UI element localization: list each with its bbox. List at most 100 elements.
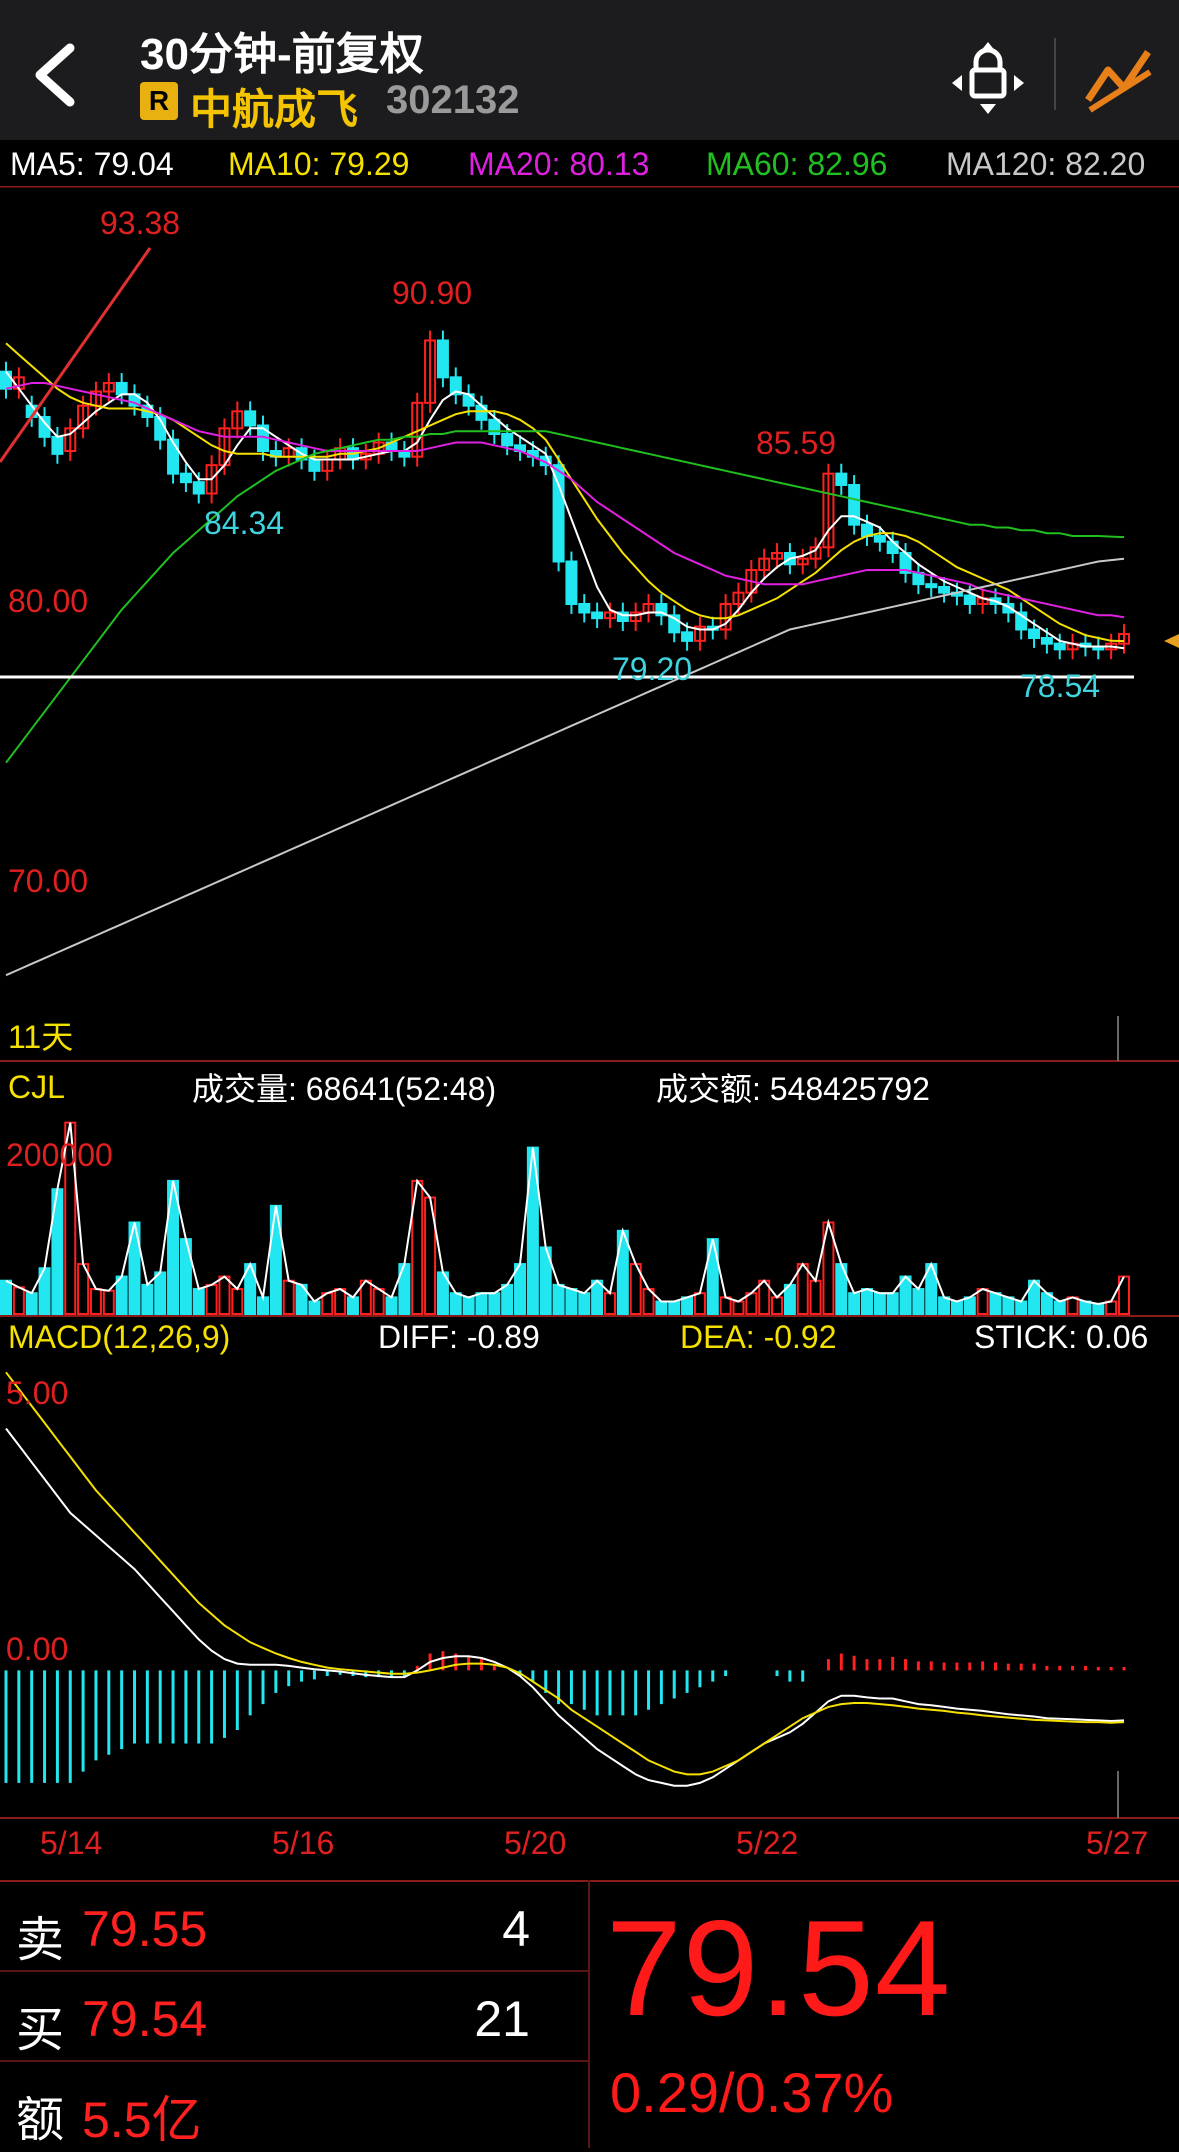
x-label-0514: 5/14 — [40, 1825, 102, 1861]
volume-bar — [591, 1279, 604, 1315]
amount-value: 5.5亿 — [82, 2092, 202, 2148]
volume-bar — [950, 1300, 963, 1316]
candle-body — [565, 560, 578, 605]
ma5-label: MA5: 79.04 — [10, 146, 174, 182]
candle-body — [886, 540, 899, 554]
candle-body — [244, 410, 257, 427]
volume-bar — [1053, 1300, 1066, 1316]
candle-body — [591, 611, 604, 620]
candle-body — [1028, 628, 1041, 639]
sell-row[interactable]: 卖 79.55 4 — [0, 1882, 588, 1972]
annotation-high-2: 90.90 — [392, 275, 472, 311]
volume-bar — [976, 1288, 989, 1316]
volume-bar — [963, 1296, 976, 1315]
macd-stick: STICK: 0.06 — [974, 1319, 1148, 1355]
volume-bar — [346, 1296, 359, 1315]
candle-body — [308, 458, 321, 472]
ma20-label: MA20: 80.13 — [468, 146, 650, 182]
volume-bar — [668, 1300, 681, 1316]
top-bar: 30分钟-前复权 R 中航成飞 302132 — [0, 0, 1179, 140]
volume-bar — [372, 1288, 385, 1316]
candle-body — [835, 472, 848, 486]
candle-body — [179, 472, 192, 484]
volume-bar — [873, 1292, 886, 1315]
macd-y-label-0: 0.00 — [6, 1631, 68, 1667]
kline-chart[interactable]: 80.00 70.00 93.38 90.90 84.34 85.59 79.2… — [0, 186, 1179, 1880]
volume-bar — [449, 1292, 462, 1315]
volume-bar — [231, 1288, 244, 1316]
ma-line-ma120 — [5, 557, 1125, 977]
current-price-marker — [1164, 634, 1179, 648]
buy-volume: 21 — [474, 1991, 530, 2047]
back-arrow-icon[interactable] — [28, 40, 88, 110]
volume-bar — [848, 1292, 861, 1315]
candle-body — [963, 594, 976, 605]
volume-bar — [860, 1288, 873, 1316]
annotation-low-2: 79.20 — [612, 651, 692, 687]
sell-label: 卖 — [16, 1914, 65, 1967]
sell-volume: 4 — [502, 1901, 530, 1957]
candle-body — [1053, 642, 1066, 651]
volume-bar — [1105, 1300, 1118, 1316]
amount-label: 额 — [16, 2094, 65, 2147]
volume-bar — [501, 1283, 514, 1316]
volume-bar — [938, 1296, 951, 1315]
ma120-label: MA120: 82.20 — [946, 146, 1146, 182]
volume-bar — [1092, 1303, 1105, 1315]
volume-bar — [308, 1300, 321, 1316]
candle-body — [681, 631, 694, 642]
ma60-label: MA60: 82.96 — [706, 146, 888, 182]
macd-diff: DIFF: -0.89 — [378, 1319, 540, 1355]
macd-layer — [4, 1371, 1126, 1787]
annotation-low-1: 84.34 — [204, 505, 284, 541]
candle-body — [115, 382, 128, 396]
x-label-0527: 5/27 — [1086, 1825, 1148, 1861]
volume-y-label: 200000 — [6, 1137, 113, 1173]
volume-bar — [12, 1286, 25, 1315]
volume-bar — [218, 1275, 231, 1316]
volume-bar — [552, 1283, 565, 1316]
candle-body — [192, 481, 205, 495]
candle-body — [436, 339, 449, 379]
volume-bar — [462, 1296, 475, 1315]
macd-dea: DEA: -0.92 — [680, 1319, 837, 1355]
period-label: 11天 — [8, 1019, 73, 1055]
macd-y-label-5: 5.00 — [6, 1375, 68, 1411]
annotation-high-3: 85.59 — [756, 425, 836, 461]
volume-bar — [719, 1296, 732, 1315]
buy-row[interactable]: 买 79.54 21 — [0, 1972, 588, 2062]
volume-bar — [154, 1271, 167, 1316]
annotation-high-1: 93.38 — [100, 205, 180, 241]
volume-bar — [334, 1288, 347, 1316]
volume-bar — [681, 1296, 694, 1315]
stock-name: 中航成飞 — [190, 86, 359, 133]
y-label-70: 70.00 — [8, 863, 88, 899]
volume-bar — [25, 1292, 38, 1315]
candle-body — [925, 583, 938, 589]
macd-title: MACD(12,26,9) — [8, 1319, 230, 1355]
candle-body — [873, 535, 886, 543]
stock-code: 302132 — [386, 78, 520, 122]
buy-label: 买 — [16, 2004, 65, 2057]
margin-badge: R — [140, 82, 178, 120]
volume-bar — [115, 1275, 128, 1316]
lock-orientation-icon[interactable] — [950, 40, 1026, 116]
volume-bar — [771, 1296, 784, 1315]
volume-bar — [141, 1283, 154, 1316]
x-label-0520: 5/20 — [504, 1825, 566, 1861]
sell-price: 79.55 — [82, 1901, 208, 1957]
volume-bar — [693, 1292, 706, 1315]
candle-body — [167, 438, 180, 475]
volume-bar — [578, 1292, 591, 1315]
candle-body — [552, 464, 565, 563]
x-label-0522: 5/22 — [736, 1825, 798, 1861]
volume-bar — [565, 1288, 578, 1316]
amount-row: 额 5.5亿 — [0, 2062, 588, 2150]
candle-body — [578, 603, 591, 614]
volume-bar — [89, 1288, 102, 1316]
y-label-80: 80.00 — [8, 583, 88, 619]
volume-bar — [989, 1292, 1002, 1315]
volume-bar — [809, 1279, 822, 1315]
draw-line-icon[interactable] — [1080, 38, 1156, 114]
buy-price: 79.54 — [82, 1991, 208, 2047]
